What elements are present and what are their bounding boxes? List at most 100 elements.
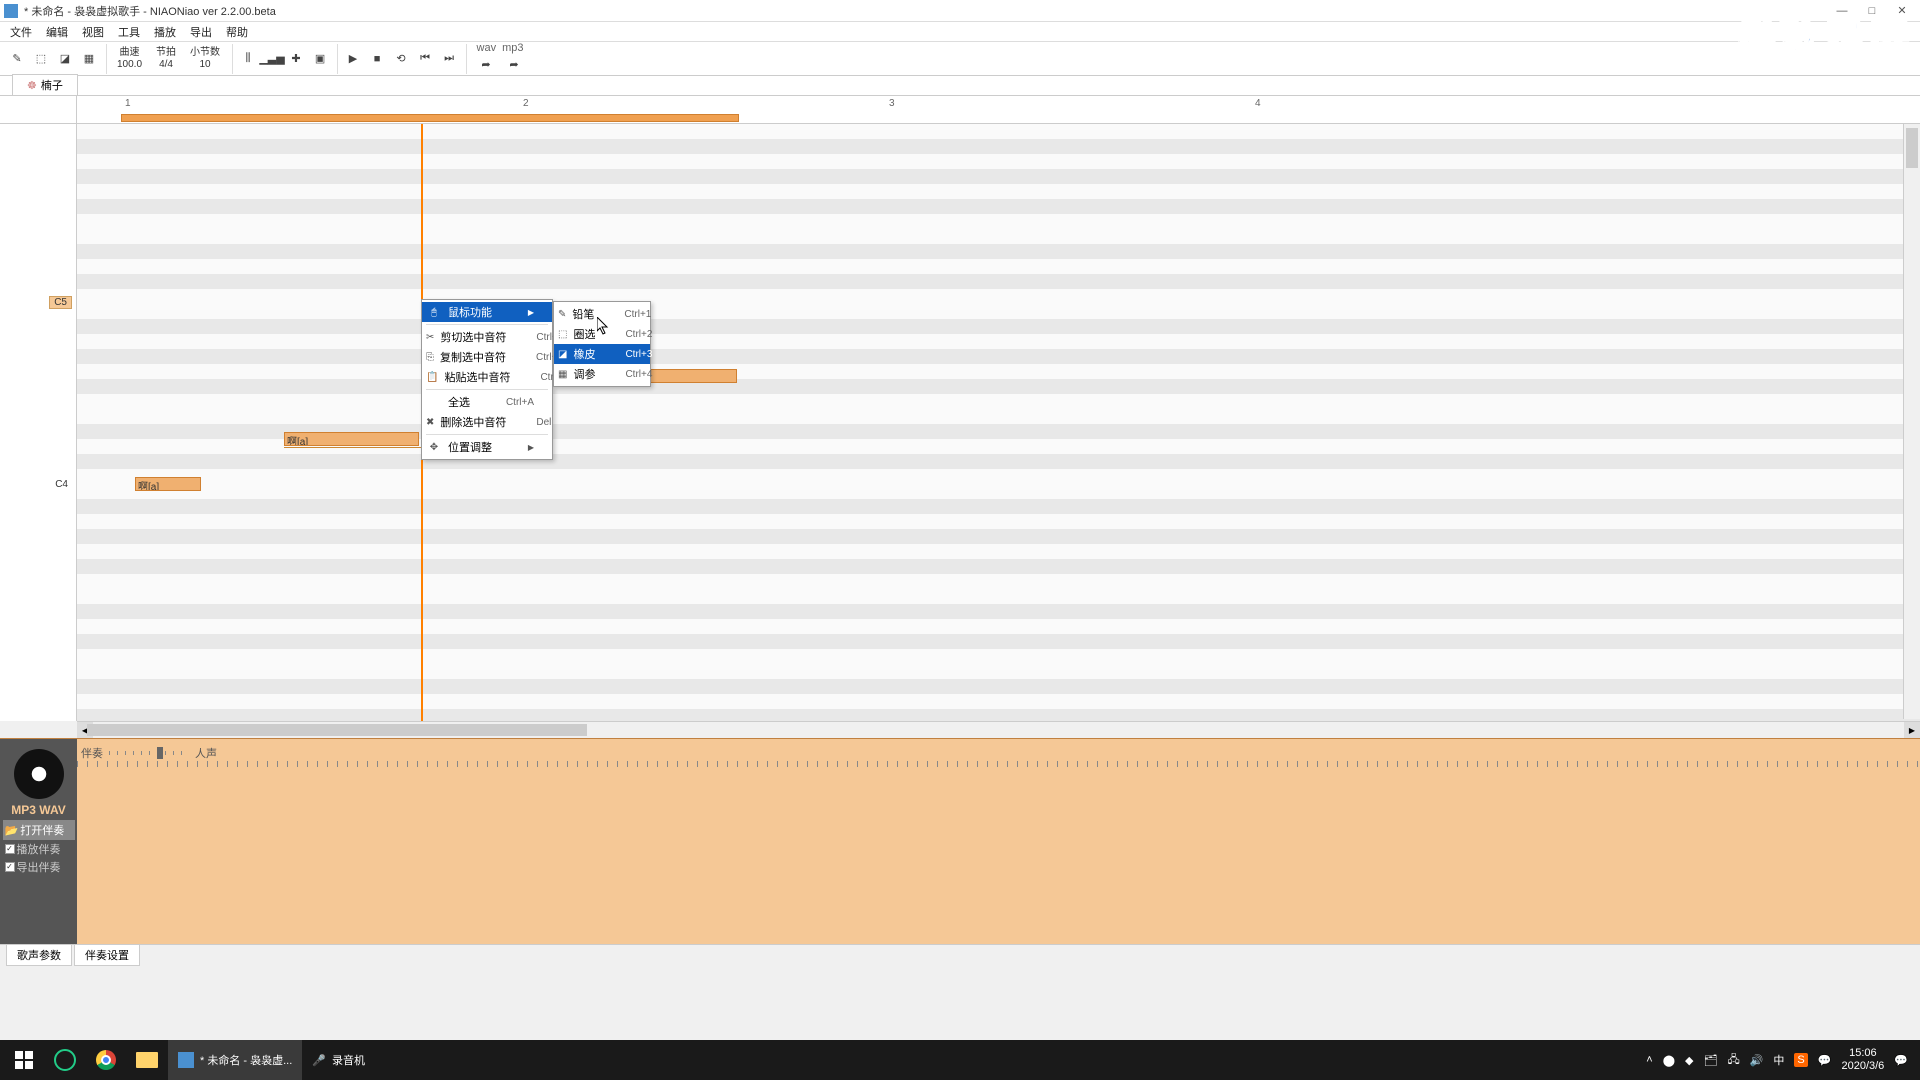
mouse-cursor bbox=[597, 317, 609, 335]
menu-view[interactable]: 视图 bbox=[76, 22, 110, 42]
ctx-delete[interactable]: ✖ 删除选中音符 Del bbox=[422, 412, 552, 432]
menu-bar: 文件 编辑 视图 工具 播放 导出 帮助 bbox=[0, 22, 1920, 42]
export-accompaniment-checkbox[interactable]: ✓导出伴奏 bbox=[3, 858, 75, 876]
network-icon[interactable]: 🖧 bbox=[1727, 1051, 1739, 1070]
window-title: * 未命名 - 袅袅虚拟歌手 - NIAONiao ver 2.2.00.bet… bbox=[24, 3, 1828, 19]
copy-icon: ⎘ bbox=[426, 352, 434, 363]
ctx-select-all[interactable]: 全选 Ctrl+A bbox=[422, 392, 552, 412]
move-icon: ✥ bbox=[426, 442, 442, 453]
edge-icon bbox=[54, 1049, 76, 1071]
windows-taskbar: * 未命名 - 袅袅虚... 🎤 录音机 ˄ ⬤ ◆ 🗂 🖧 🔊 中 S 💬 1… bbox=[0, 1040, 1920, 1080]
mp3wav-label: MP3 WAV bbox=[11, 803, 65, 817]
start-button[interactable] bbox=[4, 1040, 44, 1080]
menu-help[interactable]: 帮助 bbox=[220, 22, 254, 42]
stop-button-icon[interactable]: ■ bbox=[366, 48, 388, 70]
chevron-right-icon: ▶ bbox=[528, 443, 534, 452]
ctx-mouse-function[interactable]: 🖰 鼠标功能 ▶ bbox=[422, 302, 552, 322]
scroll-right-icon[interactable]: ▶ bbox=[1904, 722, 1920, 738]
taskbar-app-niaoniao[interactable]: * 未命名 - 袅袅虚... bbox=[168, 1040, 302, 1080]
action-center-icon[interactable]: 💬 bbox=[1894, 1054, 1908, 1067]
notification-icon[interactable]: 💬 bbox=[1818, 1054, 1832, 1067]
taskbar-clock[interactable]: 15:06 2020/3/6 bbox=[1841, 1047, 1884, 1073]
menu-export[interactable]: 导出 bbox=[184, 22, 218, 42]
ctx-position-adjust[interactable]: ✥ 位置调整 ▶ bbox=[422, 437, 552, 457]
slider-left-label: 伴奏 bbox=[81, 745, 103, 761]
bars-display[interactable]: 小节数 10 bbox=[184, 47, 226, 71]
tempo-display[interactable]: 曲速 100.0 bbox=[111, 47, 148, 71]
sub-eraser[interactable]: ◪ 橡皮 Ctrl+3 bbox=[554, 344, 650, 364]
play-button-icon[interactable]: ▶ bbox=[342, 48, 364, 70]
piano-roll-grid[interactable]: 啊[a] 啊[a] 🖰 鼠标功能 ▶ ✂ 剪切选中音符 Ctrl+X ⎘ 复制选… bbox=[77, 124, 1920, 721]
mix-slider[interactable] bbox=[109, 751, 189, 755]
mic-icon: 🎤 bbox=[312, 1054, 326, 1067]
menu-file[interactable]: 文件 bbox=[4, 22, 38, 42]
battery-icon[interactable]: 🗂 bbox=[1703, 1054, 1717, 1067]
taskbar-app-recorder[interactable]: 🎤 录音机 bbox=[302, 1040, 375, 1080]
mouse-icon: 🖰 bbox=[426, 307, 442, 318]
menu-tool[interactable]: 工具 bbox=[112, 22, 146, 42]
tray-icon-2[interactable]: ◆ bbox=[1685, 1054, 1693, 1067]
loop-button-icon[interactable]: ⟲ bbox=[390, 48, 412, 70]
select-tool-icon[interactable]: ⬚ bbox=[30, 48, 52, 70]
eraser-tool-icon[interactable]: ◪ bbox=[54, 48, 76, 70]
volume-icon[interactable]: 🔊 bbox=[1750, 1054, 1764, 1067]
taskbar-explorer[interactable] bbox=[126, 1040, 168, 1080]
beat-display[interactable]: 节拍 4/4 bbox=[150, 47, 182, 71]
sogou-icon[interactable]: S bbox=[1794, 1053, 1807, 1067]
tab-accompaniment-settings[interactable]: 伴奏设置 bbox=[74, 945, 140, 966]
ctx-cut[interactable]: ✂ 剪切选中音符 Ctrl+X bbox=[422, 327, 552, 347]
chrome-icon bbox=[96, 1050, 116, 1070]
context-menu: 🖰 鼠标功能 ▶ ✂ 剪切选中音符 Ctrl+X ⎘ 复制选中音符 Ctrl+C… bbox=[421, 299, 553, 460]
tool-bars-icon[interactable]: ⫼ bbox=[237, 48, 259, 70]
prev-button-icon[interactable]: ⏮ bbox=[414, 48, 436, 70]
next-button-icon[interactable]: ⏭ bbox=[438, 48, 460, 70]
note-1[interactable]: 啊[a] bbox=[284, 432, 419, 446]
param-icon: ▦ bbox=[558, 369, 567, 380]
horizontal-scrollbar[interactable]: ◀ ▶ bbox=[77, 721, 1920, 738]
wav-label: wav bbox=[477, 42, 497, 54]
tool-plus-icon[interactable]: ✚ bbox=[285, 48, 307, 70]
bottom-tab-bar: 歌声参数 伴奏设置 bbox=[0, 944, 1920, 964]
chevron-up-icon[interactable]: ˄ bbox=[1646, 1054, 1652, 1066]
watermark-text: 傲软录屏 bbox=[1736, 6, 1912, 67]
app-small-icon bbox=[178, 1052, 194, 1068]
taskbar-chrome[interactable] bbox=[86, 1040, 126, 1080]
voice-tab-bar: ☸ 楠子 bbox=[0, 76, 1920, 96]
tray-icon-1[interactable]: ⬤ bbox=[1663, 1054, 1675, 1067]
pencil-tool-icon[interactable]: ✎ bbox=[6, 48, 28, 70]
accompaniment-ruler[interactable] bbox=[77, 761, 1920, 767]
eraser-icon: ◪ bbox=[558, 349, 567, 360]
tab-voice-params[interactable]: 歌声参数 bbox=[6, 945, 72, 966]
taskbar-edge[interactable] bbox=[44, 1040, 86, 1080]
folder-icon bbox=[136, 1052, 158, 1068]
context-submenu-mouse: ✎ 铅笔 Ctrl+1 ⬚ 圈选 Ctrl+2 ◪ 橡皮 Ctrl+3 ▦ 调参… bbox=[553, 301, 651, 387]
system-tray[interactable]: ˄ ⬤ ◆ 🗂 🖧 🔊 中 S 💬 15:06 2020/3/6 💬 bbox=[1646, 1047, 1916, 1073]
voice-tab-label: 楠子 bbox=[41, 77, 63, 93]
mp3-label: mp3 bbox=[502, 42, 523, 54]
open-accompaniment-button[interactable]: 📂 打开伴奏 bbox=[3, 820, 75, 840]
slider-right-label: 人声 bbox=[195, 745, 217, 761]
menu-edit[interactable]: 编辑 bbox=[40, 22, 74, 42]
piano-c5-label: C5 bbox=[49, 296, 72, 309]
tool-rect-icon[interactable]: ▣ bbox=[309, 48, 331, 70]
ruler-selection[interactable] bbox=[121, 114, 739, 122]
menu-play[interactable]: 播放 bbox=[148, 22, 182, 42]
export-mp3-icon[interactable]: ➦ bbox=[503, 54, 525, 76]
piano-keyboard[interactable]: C5 C4 bbox=[0, 124, 77, 721]
play-accompaniment-checkbox[interactable]: ✓播放伴奏 bbox=[3, 840, 75, 858]
note-2[interactable]: 啊[a] bbox=[135, 477, 201, 491]
param-tool-icon[interactable]: ▦ bbox=[78, 48, 100, 70]
ctx-paste[interactable]: 📋 粘贴选中音符 Ctrl+V bbox=[422, 367, 552, 387]
tool-graph-icon[interactable]: ▁▃▅ bbox=[261, 48, 283, 70]
cd-icon bbox=[14, 749, 64, 799]
voice-tab[interactable]: ☸ 楠子 bbox=[12, 74, 78, 95]
lasso-icon: ⬚ bbox=[558, 329, 567, 340]
export-wav-icon[interactable]: ➦ bbox=[475, 54, 497, 76]
ctx-copy[interactable]: ⎘ 复制选中音符 Ctrl+C bbox=[422, 347, 552, 367]
sub-param[interactable]: ▦ 调参 Ctrl+4 bbox=[554, 364, 650, 384]
pencil-icon: ✎ bbox=[558, 309, 566, 320]
ime-icon[interactable]: 中 bbox=[1773, 1052, 1784, 1068]
vertical-scrollbar[interactable] bbox=[1903, 124, 1920, 719]
windows-icon bbox=[15, 1051, 33, 1069]
timeline-ruler[interactable]: 1 2 3 4 bbox=[77, 96, 1920, 124]
